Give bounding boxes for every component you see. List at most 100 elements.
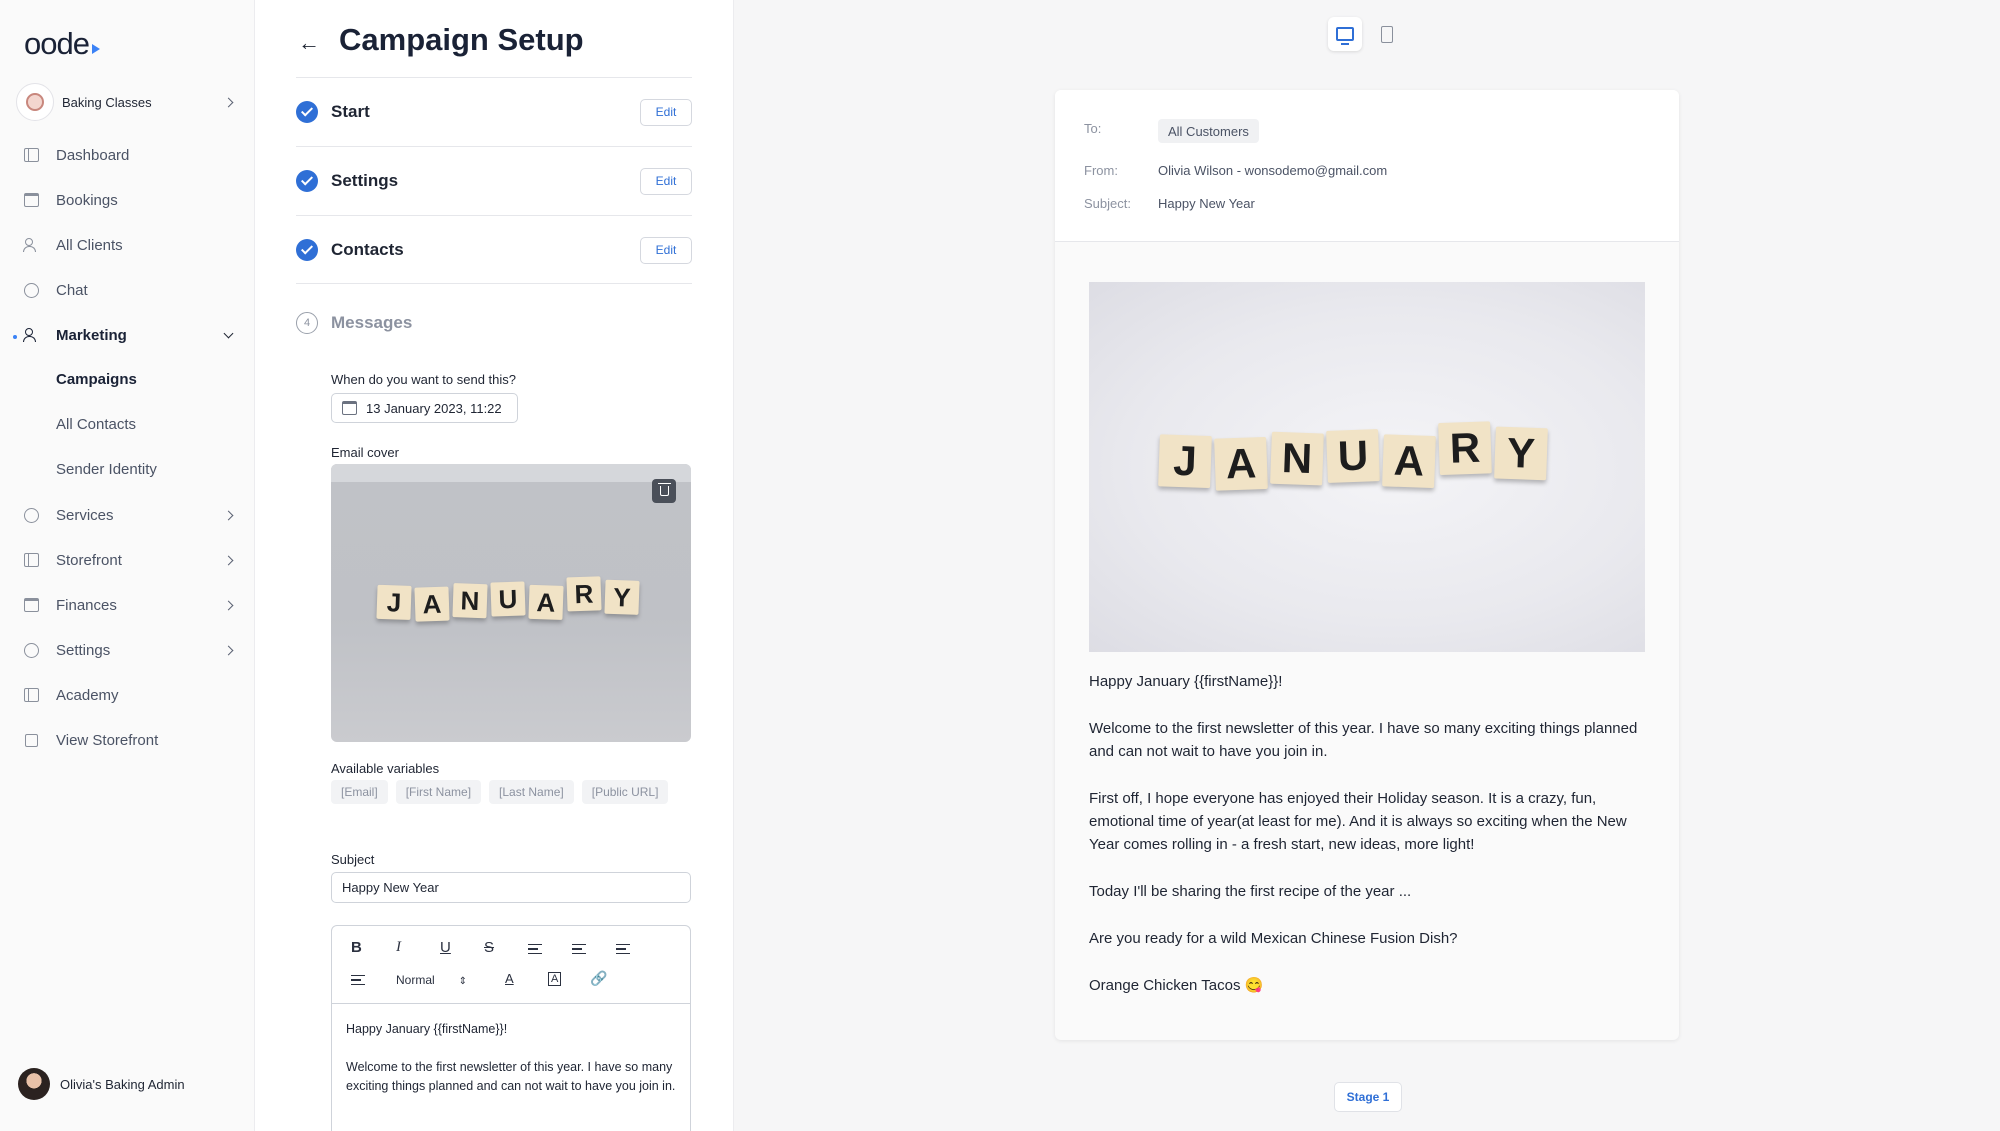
user-avatar	[18, 1068, 50, 1100]
chevron-right-icon	[223, 97, 234, 107]
campaign-setup-panel: ← Campaign Setup Start Edit Settings Edi…	[256, 0, 734, 1131]
email-paragraph: Orange Chicken Tacos 😋	[1089, 977, 1264, 994]
sidebar-subitem-campaigns[interactable]: Campaigns	[56, 371, 137, 388]
cover-band	[331, 464, 691, 482]
logo-play-icon	[91, 44, 100, 54]
step-label: Settings	[331, 171, 399, 190]
editor-paragraph: Welcome to the first newsletter of this …	[346, 1060, 676, 1093]
marketing-icon	[20, 324, 42, 346]
link-icon[interactable]: 🔗	[590, 970, 607, 987]
format-select-value: Normal	[396, 973, 435, 987]
user-name: Olivia's Baking Admin	[60, 1076, 185, 1092]
format-select[interactable]: Normal ⇕	[396, 973, 467, 987]
editor-paragraph: Happy January {{firstName}}!	[346, 1022, 508, 1036]
check-icon	[296, 239, 318, 261]
editor-toolbar: B I U S Normal ⇕ A A 🔗	[332, 926, 690, 1004]
back-arrow-icon[interactable]: ←	[298, 30, 320, 56]
app-logo-text: oode	[24, 26, 90, 61]
letter-tile: R	[566, 576, 602, 612]
sidebar-item-label: Storefront	[56, 551, 122, 569]
subject-label: Subject:	[1084, 196, 1131, 211]
highlight-icon[interactable]: A	[548, 972, 562, 986]
sidebar-item-label: Dashboard	[56, 146, 130, 164]
email-paragraph: Welcome to the first newsletter of this …	[1089, 720, 1638, 760]
business-switcher[interactable]: Baking Classes	[16, 83, 238, 121]
sidebar-subitem-sender-identity[interactable]: Sender Identity	[56, 461, 157, 478]
sidebar-item-settings[interactable]: Settings	[16, 633, 238, 667]
sidebar-subitem-all-contacts[interactable]: All Contacts	[56, 416, 136, 433]
bold-button[interactable]: B	[351, 939, 362, 956]
sidebar-item-chat[interactable]: Chat	[16, 273, 238, 307]
align-center-icon[interactable]	[572, 944, 586, 954]
variable-chip-first-name[interactable]: [First Name]	[395, 780, 482, 804]
sidebar-item-all-clients[interactable]: All Clients	[16, 228, 238, 262]
align-justify-icon[interactable]	[351, 975, 365, 985]
letter-tile: A	[528, 584, 564, 620]
step-label: Messages	[331, 313, 413, 332]
email-cover-preview: JANUARY	[1089, 282, 1645, 652]
mobile-view-button[interactable]	[1370, 17, 1404, 51]
sidebar-item-finances[interactable]: Finances	[16, 588, 238, 622]
sidebar-item-academy[interactable]: Academy	[16, 678, 238, 712]
email-paragraph: Today I'll be sharing the first recipe o…	[1089, 883, 1412, 900]
sidebar-item-label: Finances	[56, 596, 117, 614]
sidebar-item-storefront[interactable]: Storefront	[16, 543, 238, 577]
italic-button[interactable]: I	[396, 939, 401, 956]
edit-settings-button[interactable]: Edit	[640, 167, 692, 195]
academy-icon	[20, 684, 42, 706]
sidebar-item-marketing[interactable]: Marketing	[16, 318, 238, 352]
sidebar-item-services[interactable]: Services	[16, 498, 238, 532]
desktop-view-button[interactable]	[1328, 17, 1362, 51]
calendar-icon	[342, 401, 357, 415]
divider	[296, 215, 692, 216]
calendar-icon	[20, 189, 42, 211]
edit-start-button[interactable]: Edit	[640, 98, 692, 126]
email-body: Happy January {{firstName}}! Welcome to …	[1089, 670, 1645, 1021]
sidebar-item-bookings[interactable]: Bookings	[16, 183, 238, 217]
variable-chip-email[interactable]: [Email]	[331, 780, 388, 804]
monitor-icon	[1336, 27, 1354, 45]
email-preview-card: To: All Customers From: Olivia Wilson - …	[1055, 90, 1679, 1040]
sidebar-item-label: Services	[56, 506, 114, 524]
text-color-icon[interactable]: A	[505, 971, 514, 986]
send-time-label: When do you want to send this?	[331, 372, 517, 387]
edit-contacts-button[interactable]: Edit	[640, 236, 692, 264]
subject-input[interactable]	[331, 872, 691, 903]
preview-letter-tiles: JANUARY	[1158, 421, 1551, 491]
variables-label: Available variables	[331, 761, 440, 776]
variable-chip-public-url[interactable]: [Public URL]	[581, 780, 669, 804]
device-toggle	[1328, 17, 1404, 51]
step-messages: 4 Messages	[296, 308, 692, 338]
send-date-picker[interactable]: 13 January 2023, 11:22	[331, 393, 518, 423]
strikethrough-button[interactable]: S	[484, 939, 494, 956]
letter-tile: N	[1270, 431, 1324, 486]
step-contacts: Contacts Edit	[296, 235, 692, 265]
sidebar-item-dashboard[interactable]: Dashboard	[16, 138, 238, 172]
app-logo[interactable]: oode	[24, 26, 100, 62]
step-label: Start	[331, 102, 370, 121]
letter-tile: A	[1382, 434, 1436, 489]
variable-chip-last-name[interactable]: [Last Name]	[489, 780, 574, 804]
letter-tile: J	[1158, 434, 1212, 489]
letter-tile: Y	[604, 579, 640, 615]
divider	[296, 146, 692, 147]
underline-button[interactable]: U	[440, 939, 451, 956]
recipient-chip: All Customers	[1158, 119, 1259, 143]
letter-tile: Y	[1494, 426, 1548, 481]
sidebar-item-view-storefront[interactable]: View Storefront	[16, 723, 238, 757]
email-cover-image[interactable]: JANUARY	[331, 464, 691, 742]
align-left-icon[interactable]	[528, 944, 542, 954]
to-label: To:	[1084, 121, 1102, 136]
finances-icon	[20, 594, 42, 616]
storefront-icon	[20, 549, 42, 571]
step-start: Start Edit	[296, 97, 692, 127]
check-icon	[296, 170, 318, 192]
stage-button[interactable]: Stage 1	[1334, 1082, 1402, 1112]
letter-tile: A	[414, 586, 450, 622]
trash-icon[interactable]	[652, 479, 676, 503]
user-menu[interactable]: Olivia's Baking Admin	[18, 1068, 185, 1100]
cover-letter-tiles: JANUARY	[376, 576, 643, 622]
align-right-icon[interactable]	[616, 944, 630, 954]
sidebar-item-label: Academy	[56, 686, 119, 704]
editor-content[interactable]: Happy January {{firstName}}! Welcome to …	[332, 1004, 690, 1112]
